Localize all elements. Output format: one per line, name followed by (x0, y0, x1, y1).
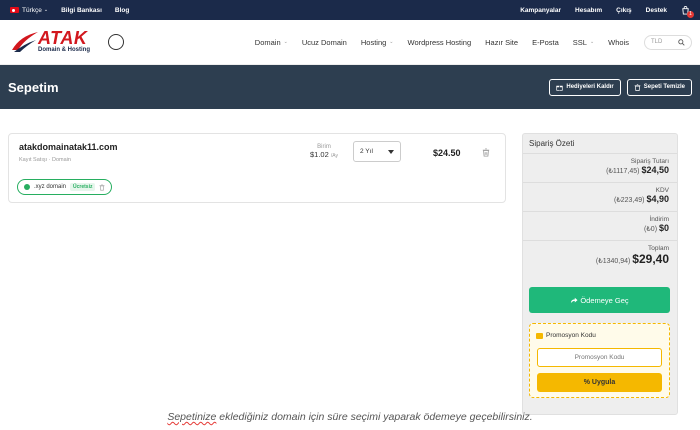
nav-wordpress-hosting[interactable]: Wordpress Hosting (401, 38, 479, 47)
support-link[interactable]: Destek (646, 7, 667, 14)
cart-count-badge: 1 (687, 10, 694, 18)
caption-text: Sepetinize eklediğiniz domain için süre … (0, 411, 700, 423)
period-select[interactable]: 2 Yıl (353, 141, 401, 162)
caret-down-icon (388, 149, 394, 154)
addon-label: .xyz domain (34, 184, 67, 190)
tax-label: KDV (655, 187, 669, 194)
gift-icon (556, 85, 564, 91)
tld-placeholder: TLD (651, 39, 663, 45)
page-banner: Sepetim Hediyeleri Kaldır Sepeti Temizle (0, 65, 700, 109)
blog-link[interactable]: Blog (115, 7, 129, 14)
nav-hosting[interactable]: Hosting ⌄ (354, 38, 401, 47)
logo[interactable]: ATAK Domain & Hosting (8, 22, 128, 62)
trash-icon (634, 83, 641, 91)
clear-cart-label: Sepeti Temizle (643, 84, 685, 90)
promo-box: Promosyon Kodu % Uygula (529, 323, 670, 398)
knowledge-base-link[interactable]: Bilgi Bankası (61, 7, 102, 14)
main-header: ATAK Domain & Hosting Domain ⌄ Ucuz Domai… (0, 20, 700, 65)
summary-discount-row: İndirim (₺0) $0 (523, 212, 677, 241)
logout-link[interactable]: Çıkış (616, 7, 632, 14)
summary-tax-row: KDV (₺223,49) $4,90 (523, 183, 677, 212)
promo-code-input[interactable] (537, 348, 662, 367)
turkey-flag-icon (10, 7, 19, 13)
discount-usd: $0 (658, 223, 669, 233)
nav-whois[interactable]: Whois (601, 38, 636, 47)
caption-rest: eklediğiniz domain için süre seçimi yapa… (216, 411, 533, 423)
nav-ssl[interactable]: SSL ⌄ (566, 38, 601, 47)
subtotal-usd: $24,50 (641, 165, 669, 175)
cart-item-type: Kayıt Satışı · Domain (19, 157, 71, 163)
total-usd: $29,40 (632, 252, 669, 266)
total-label: Toplam (648, 245, 669, 252)
clear-cart-button[interactable]: Sepeti Temizle (626, 78, 692, 96)
subtotal-try: (₺1117,45) (606, 168, 640, 175)
cart-item-domain: atakdomainatak11.com (19, 142, 118, 152)
apply-promo-button[interactable]: % Uygula (537, 373, 662, 392)
search-icon (678, 38, 685, 46)
remove-addon-trash-icon[interactable] (99, 184, 105, 191)
tax-usd: $4,90 (646, 194, 669, 204)
lock-icon (24, 184, 30, 190)
free-badge: Ücretsiz (70, 183, 96, 191)
discount-try: (₺0) (644, 226, 658, 233)
discount-label: İndirim (649, 216, 669, 223)
subtotal-label: Sipariş Tutarı (630, 158, 669, 165)
period-select-value: 2 Yıl (360, 148, 373, 155)
account-link[interactable]: Hesabım (575, 7, 602, 14)
page-title: Sepetim (8, 79, 59, 95)
summary-subtotal-row: Sipariş Tutarı (₺1117,45) $24,50 (523, 154, 677, 183)
free-addon-pill: .xyz domain Ücretsiz (17, 179, 113, 195)
cart-item-price: $24.50 (433, 148, 461, 158)
language-selector[interactable]: Türkçe ⌄ (10, 7, 48, 14)
nav-email[interactable]: E-Posta (525, 38, 566, 47)
logo-seal-icon (108, 34, 124, 50)
tax-try: (₺223,49) (613, 197, 645, 204)
unit-price-value: $1.02 (309, 150, 329, 159)
logo-swoosh-icon (12, 32, 38, 52)
unit-price-period: /Ay (330, 153, 338, 159)
chevron-down-icon: ⌄ (589, 39, 595, 45)
main-nav: Domain ⌄ Ucuz Domain Hosting ⌄ Wordpress H… (248, 34, 692, 50)
remove-gifts-label: Hediyeleri Kaldır (566, 84, 614, 90)
tag-icon (536, 332, 543, 339)
unit-price: Birim $1.02 /Ay (299, 144, 349, 159)
remove-gifts-button[interactable]: Hediyeleri Kaldır (549, 78, 621, 96)
cart-button[interactable]: 1 (681, 5, 694, 18)
language-label: Türkçe (22, 6, 42, 14)
summary-total-row: Toplam (₺1340,94) $29,40 (523, 241, 677, 277)
nav-ready-site[interactable]: Hazır Site (478, 38, 525, 47)
promo-title: Promosyon Kodu (546, 332, 596, 339)
top-bar: Türkçe ⌄ Bilgi Bankası Blog Kampanyalar … (0, 0, 700, 20)
promo-title-row: Promosyon Kodu (536, 332, 596, 339)
total-try: (₺1340,94) (595, 258, 631, 265)
logo-tagline: Domain & Hosting (38, 47, 90, 53)
caption-misspelled-word: Sepetinize (167, 411, 217, 423)
checkout-button[interactable]: Ödemeye Geç (529, 287, 670, 313)
logo-brand: ATAK (38, 28, 88, 48)
campaigns-link[interactable]: Kampanyalar (520, 7, 561, 14)
chevron-down-icon: ⌄ (43, 7, 49, 13)
summary-title: Sipariş Özeti (523, 134, 677, 154)
chevron-down-icon: ⌄ (389, 39, 394, 45)
chevron-down-icon: ⌄ (283, 39, 288, 45)
nav-cheap-domain[interactable]: Ucuz Domain (295, 38, 354, 47)
share-arrow-icon (571, 297, 578, 303)
checkout-label: Ödemeye Geç (580, 295, 629, 305)
tld-search-input[interactable]: TLD (644, 34, 692, 50)
nav-domain[interactable]: Domain ⌄ (248, 38, 295, 47)
remove-item-trash-icon[interactable] (482, 148, 490, 157)
